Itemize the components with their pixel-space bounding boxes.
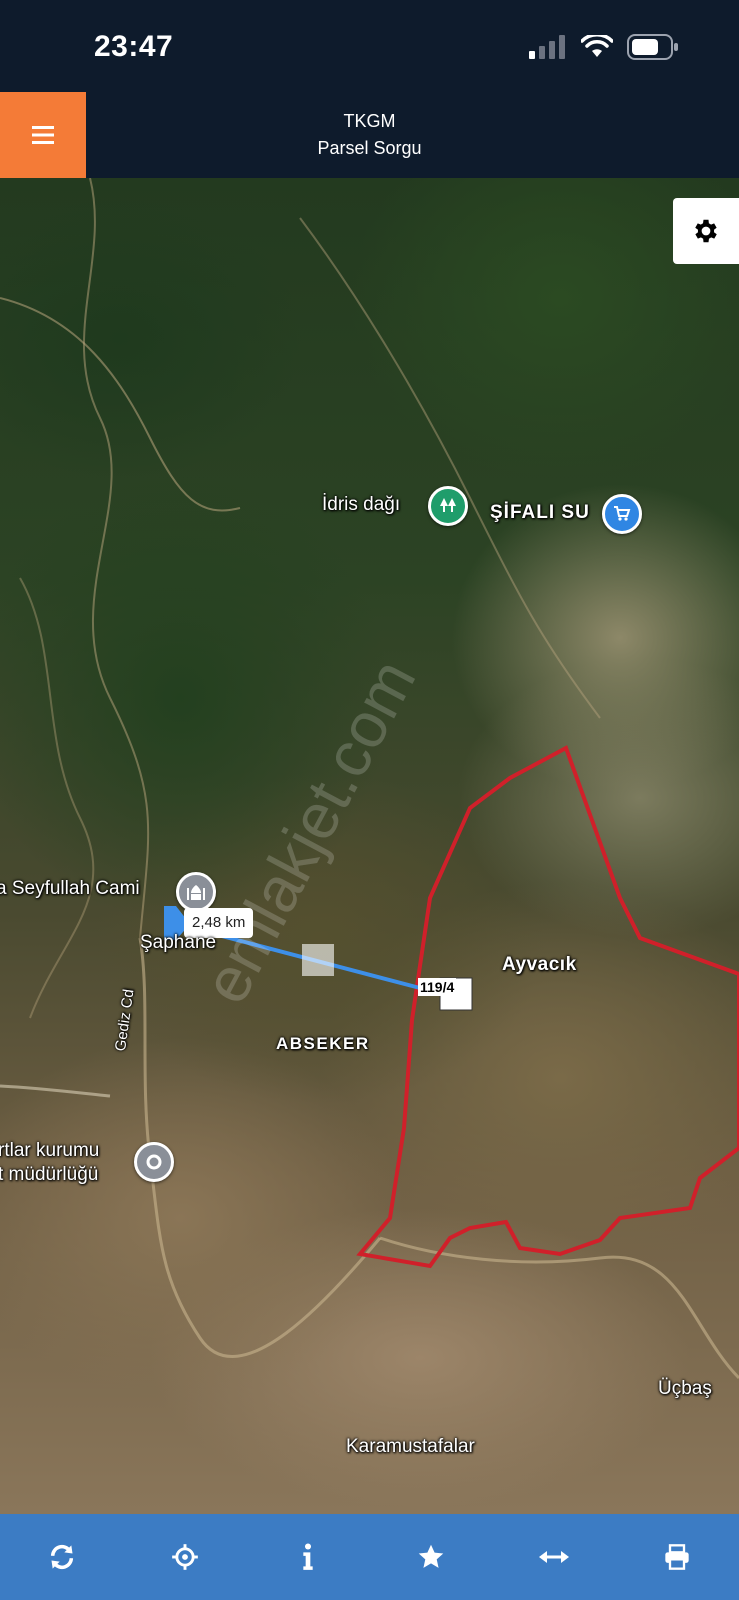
label-karamustafalar: Karamustafalar [346,1436,475,1457]
cart-icon [614,506,631,521]
label-seyfullah-cami: a Seyfullah Cami [0,878,140,899]
office-poi-icon[interactable] [134,1142,174,1182]
star-icon [418,1544,444,1568]
refresh-button[interactable] [32,1527,92,1587]
wifi-icon [581,35,613,57]
cellular-signal-icon [529,35,565,59]
hamburger-menu-icon [32,126,54,144]
label-saphane: Şaphane [140,932,217,953]
refresh-icon [50,1544,73,1570]
label-ucbas: Üçbaş [658,1378,712,1399]
satellite-map[interactable]: emlakjet.com İdris dağı ŞİFALI SU a Seyf… [0,178,739,1514]
info-button[interactable] [278,1527,338,1587]
header-titles: TKGM Parsel Sorgu [86,92,739,178]
measurement-midpoint-handle [302,944,334,976]
parcel-outline [356,745,739,1269]
horizontal-arrows-icon [539,1551,570,1563]
mosque-icon [187,885,205,900]
menu-button[interactable] [0,92,86,178]
status-bar: 23:47 [0,0,739,92]
printer-icon [665,1544,690,1570]
label-abseker: ABSEKER [276,1034,370,1053]
settings-button[interactable] [673,198,739,264]
parcel-number-label: 119/4 [418,978,457,996]
app-title: TKGM [343,111,396,131]
measure-button[interactable] [524,1527,584,1587]
label-sifali-su: ŞİFALI SU [490,502,590,523]
info-icon [303,1543,313,1570]
battery-icon [627,34,678,60]
status-icons [527,34,679,60]
app-header: TKGM Parsel Sorgu [0,92,739,178]
park-poi-icon[interactable] [428,486,468,526]
label-kurum-line2: t müdürlüğü [0,1164,99,1185]
map-pin-icon [146,1154,162,1170]
crosshair-icon [171,1544,198,1570]
gear-icon [695,219,717,243]
status-time: 23:47 [94,30,174,63]
app-subtitle: Parsel Sorgu [317,138,422,158]
label-ayvacik: Ayvacık [502,954,577,975]
map-overlay: emlakjet.com [0,178,739,1380]
shop-poi-icon[interactable] [602,494,642,534]
locate-button[interactable] [155,1527,215,1587]
trees-icon [440,498,456,512]
print-button[interactable] [647,1527,707,1587]
bottom-toolbar [0,1514,739,1600]
label-kurum-line1: rtlar kurumu [0,1140,100,1161]
favorite-button[interactable] [401,1527,461,1587]
label-idris-dagi: İdris dağı [322,494,401,515]
mosque-poi-icon[interactable] [176,872,216,912]
